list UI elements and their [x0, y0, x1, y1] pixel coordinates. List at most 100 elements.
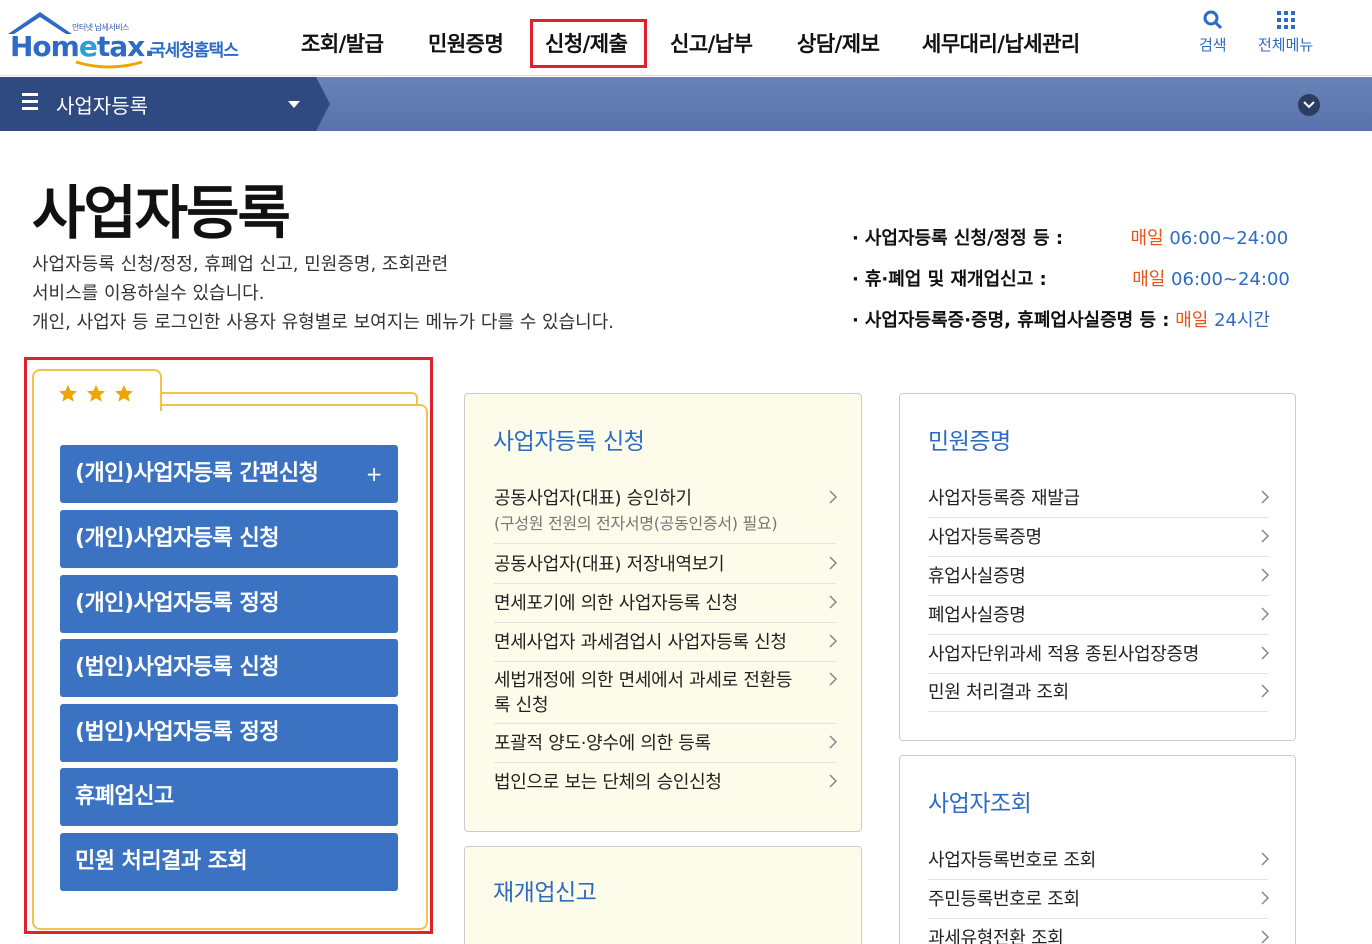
list-item-label: 사업자등록증명 [928, 527, 1042, 548]
top-header: 안터넷 납세서비스 Hometax. 국세청홈택스 조회/발급 민원증명 신청/… [0, 0, 1372, 76]
grid-menu-icon [1276, 11, 1295, 29]
chevron-down-icon [1303, 101, 1315, 109]
list-item[interactable]: 공동사업자(대표) 저장내역보기 [494, 552, 838, 584]
description-line: 개인, 사업자 등 로그인한 사용자 유형별로 보여지는 메뉴가 다를 수 있습… [32, 312, 615, 333]
chevron-right-icon [829, 634, 838, 648]
list-item-label: 사업자단위과세 적용 종된사업장증명 [928, 644, 1200, 665]
chevron-right-icon [829, 774, 838, 788]
list-item[interactable]: 민원 처리결과 조회 [928, 680, 1270, 712]
logo-swoosh-icon [75, 60, 143, 69]
list-item-label: 휴업사실증명 [928, 566, 1026, 587]
logo-korean-name: 국세청홈택스 [150, 41, 239, 61]
list-item[interactable]: 사업자단위과세 적용 종된사업장증명 [928, 642, 1270, 674]
list-item[interactable]: 주민등록번호로 조회 [928, 887, 1270, 919]
chevron-right-icon [1261, 646, 1270, 660]
chevron-right-icon [829, 595, 838, 609]
page-description: 사업자등록 신청/정정, 휴폐업 신고, 민원증명, 조회관련 서비스를 이용하… [32, 250, 614, 337]
menu-selector-background [0, 77, 330, 131]
chevron-right-icon [1261, 930, 1270, 944]
list-item[interactable]: 면세포기에 의한 사업자등록 신청 [494, 591, 838, 623]
hours-time: 06:00~24:00 [1169, 228, 1289, 249]
list-item-label: 세법개정에 의한 면세에서 과세로 전환등 [494, 670, 793, 691]
list-item[interactable]: 공동사업자(대표) 승인하기 (구성원 전원의 전자서명(공동인증서) 필요) [494, 486, 838, 544]
star-icon [115, 385, 133, 402]
list-item-label: 포괄적 양도·양수에 의한 등록 [494, 733, 711, 754]
chevron-right-icon [829, 735, 838, 749]
list-item-label-continued: 록 신청 [494, 695, 549, 716]
card-title: 사업자등록 신청 [493, 429, 645, 455]
gnb-tax-agent[interactable]: 세무대리/납세관리 [922, 28, 1080, 58]
list-item[interactable]: 법인으로 보는 단체의 승인신청 [494, 770, 838, 802]
service-hours-row: 휴·폐업 및 재개업신고 : 매일 06:00~24:00 [852, 265, 1290, 291]
chevron-right-icon [1261, 891, 1270, 905]
chevron-right-icon [829, 556, 838, 570]
list-item[interactable]: 사업자등록번호로 조회 [928, 848, 1270, 880]
current-menu-selector[interactable]: 사업자등록 [0, 77, 330, 131]
hours-label: 사업자등록증·증명, 휴폐업사실증명 등 : [852, 310, 1169, 331]
card-title: 사업자조회 [928, 791, 1032, 817]
logo-wordmark: Hometax. [10, 30, 155, 63]
list-item-label: 공동사업자(대표) 승인하기 [494, 488, 692, 509]
chevron-right-icon [1261, 684, 1270, 698]
list-item[interactable]: 포괄적 양도·양수에 의한 등록 [494, 731, 838, 763]
search-label: 검색 [1199, 36, 1227, 54]
hours-time: 06:00~24:00 [1171, 269, 1290, 290]
list-item[interactable]: 과세유형전환 조회 [928, 926, 1270, 944]
list-item-label: 사업자등록번호로 조회 [928, 850, 1097, 871]
gnb-consult-report[interactable]: 상담/제보 [797, 28, 880, 58]
hours-time: 24시간 [1214, 310, 1271, 331]
star-icon [59, 385, 77, 402]
list-item-label: 공동사업자(대표) 저장내역보기 [494, 554, 725, 575]
chevron-right-icon [829, 672, 838, 686]
chevron-right-icon [1261, 607, 1270, 621]
card-title: 재개업신고 [493, 880, 597, 906]
search-icon [1203, 10, 1222, 30]
gnb-report-pay[interactable]: 신고/납부 [670, 28, 753, 58]
card-business-lookup: 사업자조회 사업자등록번호로 조회 주민등록번호로 조회 과세유형전환 조회 [899, 755, 1296, 944]
card-reopen-report: 재개업신고 [464, 846, 862, 944]
chevron-right-icon [1261, 852, 1270, 866]
service-hours-row: 사업자등록 신청/정정 등 : 매일 06:00~24:00 [852, 224, 1288, 250]
list-item-label: 과세유형전환 조회 [928, 928, 1064, 944]
list-item[interactable]: 세법개정에 의한 면세에서 과세로 전환등 록 신청 [494, 668, 838, 724]
list-item-label: 면세포기에 의한 사업자등록 신청 [494, 593, 738, 614]
expand-toggle-button[interactable] [1298, 94, 1320, 116]
description-line: 사업자등록 신청/정정, 휴폐업 신고, 민원증명, 조회관련 [32, 254, 449, 275]
list-item[interactable]: 사업자등록증명 [928, 525, 1270, 557]
favorites-highlight-box [24, 357, 433, 934]
page-title: 사업자등록 [32, 179, 291, 247]
list-item-label: 민원 처리결과 조회 [928, 682, 1069, 703]
hometax-logo[interactable]: 안터넷 납세서비스 Hometax. 국세청홈택스 [4, 8, 264, 70]
all-menu-label: 전체메뉴 [1258, 36, 1314, 54]
gnb-inquiry-issue[interactable]: 조회/발급 [301, 28, 384, 58]
chevron-right-icon [1261, 568, 1270, 582]
list-item[interactable]: 휴업사실증명 [928, 564, 1270, 596]
list-item-sublabel: (구성원 전원의 전자서명(공동인증서) 필요) [494, 514, 778, 533]
search-button[interactable]: 검색 [1199, 10, 1227, 55]
hours-label: 휴·폐업 및 재개업신고 : [852, 269, 1047, 290]
list-item[interactable]: 면세사업자 과세겸업시 사업자등록 신청 [494, 630, 838, 662]
chevron-right-icon [1261, 490, 1270, 504]
all-menu-button[interactable]: 전체메뉴 [1258, 10, 1313, 55]
gnb-civil-certificate[interactable]: 민원증명 [428, 28, 504, 58]
current-menu-title: 사업자등록 [56, 94, 148, 118]
sub-navigation-bar: 사업자등록 [0, 77, 1372, 131]
caret-down-icon [288, 101, 300, 108]
hours-daily: 매일 [1175, 310, 1209, 331]
description-line: 서비스를 이용하실수 있습니다. [32, 283, 265, 304]
favorites-stars [58, 384, 134, 402]
list-item-label: 사업자등록증 재발급 [928, 488, 1080, 509]
card-civil-certificate: 민원증명 사업자등록증 재발급 사업자등록증명 휴업사실증명 폐업사실증명 사업… [899, 393, 1296, 741]
gnb-highlight-box [530, 19, 647, 68]
hours-label: 사업자등록 신청/정정 등 : [852, 228, 1063, 249]
list-item-label: 법인으로 보는 단체의 승인신청 [494, 772, 722, 793]
list-item-label: 면세사업자 과세겸업시 사업자등록 신청 [494, 632, 787, 653]
list-item-label: 주민등록번호로 조회 [928, 889, 1080, 910]
list-item-label: 폐업사실증명 [928, 605, 1026, 626]
list-item[interactable]: 폐업사실증명 [928, 603, 1270, 635]
card-business-registration-apply: 사업자등록 신청 공동사업자(대표) 승인하기 (구성원 전원의 전자서명(공동… [464, 393, 862, 832]
chevron-right-icon [1261, 529, 1270, 543]
hours-daily: 매일 [1130, 228, 1164, 249]
card-title: 민원증명 [928, 429, 1011, 455]
list-item[interactable]: 사업자등록증 재발급 [928, 486, 1270, 518]
